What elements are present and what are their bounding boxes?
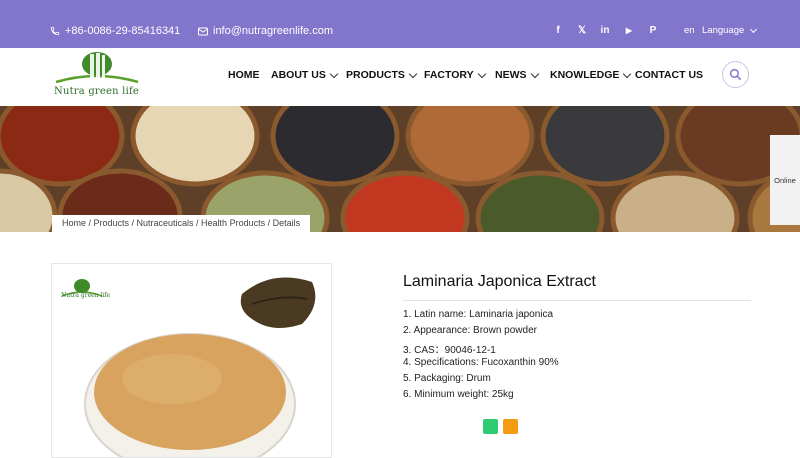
nav-label: ABOUT US (271, 69, 326, 81)
nav-news[interactable]: NEWS (495, 68, 539, 82)
language-selector[interactable]: Language (702, 24, 758, 38)
online-chat-widget[interactable]: Online (770, 135, 800, 225)
product-title: Laminaria Japonica Extract (403, 273, 596, 290)
email-address: info@nutragreenlife.com (213, 25, 334, 37)
nav-label: HOME (228, 69, 260, 81)
breadcrumb[interactable]: Home / Products / Nutraceuticals / Healt… (52, 215, 311, 232)
nav-label: FACTORY (424, 69, 474, 81)
spec-item: 5. Packaging: Drum (403, 373, 491, 384)
chevron-down-icon (477, 69, 486, 78)
top-bar: +86-0086-29-85416341 info@nutragreenlife… (0, 0, 800, 50)
language-code: en (684, 25, 695, 36)
search-icon (729, 68, 742, 81)
youtube-icon[interactable]: ▶ (622, 24, 636, 38)
share-button-orange[interactable] (503, 419, 518, 434)
logo-text: Nutra green life (54, 86, 139, 97)
hero-banner (0, 106, 800, 232)
nav-home[interactable]: HOME (228, 68, 260, 82)
spec-item: 2. Appearance: Brown powder (403, 325, 537, 336)
nav-about-us[interactable]: ABOUT US (271, 68, 339, 82)
nav-knowledge[interactable]: KNOWLEDGE (550, 68, 632, 82)
chevron-down-icon (623, 69, 632, 78)
pinterest-icon[interactable]: P (646, 24, 660, 38)
spec-item: 6. Minimum weight: 25kg (403, 389, 514, 400)
phone-number: +86-0086-29-85416341 (65, 25, 181, 37)
facebook-icon[interactable]: f (551, 24, 565, 38)
spice-bowls-image (0, 106, 800, 232)
product-image[interactable]: Nutra green life (51, 263, 332, 458)
nav-label: KNOWLEDGE (550, 69, 620, 81)
nav-label: CONTACT US (635, 69, 704, 81)
spec-item: 4. Specifications: Fucoxanthin 90% (403, 357, 559, 368)
online-label: Online (774, 175, 796, 185)
nav-factory[interactable]: FACTORY (424, 68, 486, 82)
chevron-down-icon (750, 25, 758, 34)
linkedin-icon[interactable]: in (598, 24, 612, 38)
share-button-green[interactable] (483, 419, 498, 434)
search-button[interactable] (722, 61, 749, 88)
image-logo-text: Nutra green life (61, 292, 111, 299)
nav-products[interactable]: PRODUCTS (346, 68, 418, 82)
mail-icon (198, 27, 208, 35)
nav-label: NEWS (495, 69, 527, 81)
title-divider (403, 300, 751, 301)
spec-item: 3. CAS：90046-12-1 (403, 345, 496, 356)
phone-contact[interactable]: +86-0086-29-85416341 (50, 24, 180, 38)
language-label: Language (702, 25, 745, 36)
chevron-down-icon (408, 69, 418, 78)
phone-icon (50, 26, 60, 36)
email-contact[interactable]: info@nutragreenlife.com (198, 24, 333, 38)
nav-label: PRODUCTS (346, 69, 405, 81)
nav-contact-us[interactable]: CONTACT US (635, 68, 703, 82)
spec-item: 1. Latin name: Laminaria japonica (403, 309, 554, 320)
x-icon[interactable]: 𝕏 (575, 24, 589, 38)
chevron-down-icon (329, 69, 339, 78)
chevron-down-icon (530, 69, 539, 78)
